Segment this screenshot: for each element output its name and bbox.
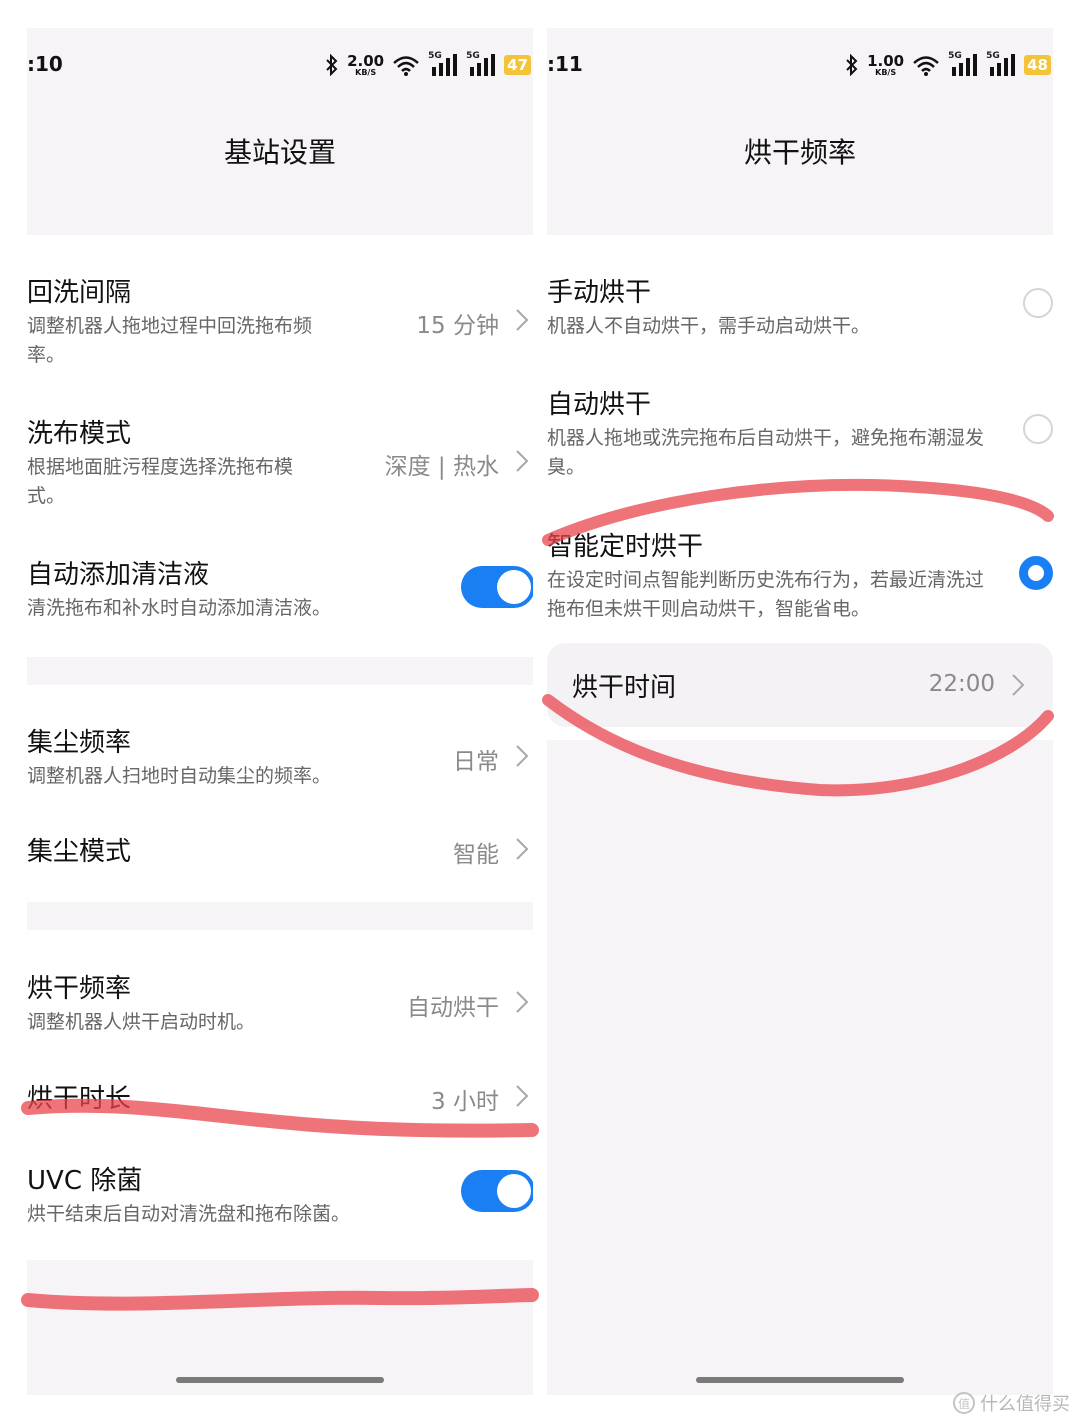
setting-label: UVC 除菌 bbox=[27, 1166, 143, 1196]
setting-label: 集尘模式 bbox=[27, 837, 132, 867]
status-bar: :10 2.00 KB/S 5G 5G 47 bbox=[27, 28, 533, 98]
setting-auto-detergent: 自动添加清洁液 清洗拖布和补水时自动添加清洁液。 bbox=[27, 550, 533, 630]
speed-value: 2.00 bbox=[347, 51, 385, 70]
right-screen: :11 1.00 KB/S 5G 5G 48 烘干频率 手动烘干 机器人不自动烘干… bbox=[547, 28, 1053, 1395]
battery-icon: 48 bbox=[1024, 55, 1051, 75]
radio-manual-dry[interactable] bbox=[1023, 288, 1053, 318]
home-indicator[interactable] bbox=[696, 1377, 904, 1383]
setting-desc: 调整机器人烘干启动时机。 bbox=[27, 1011, 256, 1033]
page-header: 基站设置 bbox=[27, 98, 533, 235]
section-divider bbox=[27, 902, 533, 930]
net-type-1: 5G bbox=[948, 51, 962, 61]
dry-time-row[interactable]: 烘干时间 22:00 bbox=[547, 643, 1053, 727]
setting-dust-mode[interactable]: 集尘模式 智能 bbox=[27, 831, 533, 871]
chevron-right-icon bbox=[516, 450, 529, 472]
option-label: 自动烘干 bbox=[547, 390, 652, 420]
home-indicator[interactable] bbox=[176, 1377, 384, 1383]
status-bar: :11 1.00 KB/S 5G 5G 48 bbox=[547, 28, 1053, 98]
wifi-icon bbox=[913, 56, 939, 76]
status-time: :11 bbox=[547, 52, 583, 76]
option-auto-dry[interactable]: 自动烘干 机器人拖地或洗完拖布后自动烘干，避免拖布潮湿发臭。 bbox=[547, 380, 1053, 490]
setting-uvc-sterilize: UVC 除菌 烘干结束后自动对清洗盘和拖布除菌。 bbox=[27, 1156, 533, 1236]
option-manual-dry[interactable]: 手动烘干 机器人不自动烘干，需手动启动烘干。 bbox=[547, 268, 1053, 348]
section-divider bbox=[27, 657, 533, 685]
auto-detergent-toggle[interactable] bbox=[461, 566, 533, 608]
network-speed: 2.00 KB/S bbox=[347, 51, 385, 77]
setting-dry-duration[interactable]: 烘干时长 3 小时 bbox=[27, 1078, 533, 1118]
setting-wash-mode[interactable]: 洗布模式 根据地面脏污程度选择洗拖布模式。 深度 | 热水 bbox=[27, 409, 533, 519]
setting-value: 3 小时 bbox=[431, 1089, 499, 1115]
setting-value: 自动烘干 bbox=[407, 995, 499, 1021]
chevron-right-icon bbox=[516, 745, 529, 767]
left-screen: :10 2.00 KB/S 5G 5G 47 基站设置 回洗间隔 调整机器人拖地过… bbox=[27, 28, 533, 1395]
speed-unit: KB/S bbox=[875, 67, 897, 77]
option-label: 手动烘干 bbox=[547, 278, 652, 308]
option-label: 智能定时烘干 bbox=[547, 532, 704, 562]
option-desc: 在设定时间点智能判断历史洗布行为，若最近清洗过拖布但未烘干则启动烘干，智能省电。 bbox=[547, 569, 985, 620]
page-title: 烘干频率 bbox=[743, 136, 856, 169]
signal-5g-icon-1: 5G bbox=[948, 51, 978, 77]
dry-time-label: 烘干时间 bbox=[572, 673, 677, 703]
chevron-right-icon bbox=[516, 1085, 529, 1107]
speed-value: 1.00 bbox=[867, 51, 905, 70]
empty-area bbox=[547, 740, 1053, 1395]
setting-rewash-interval[interactable]: 回洗间隔 调整机器人拖地过程中回洗拖布频率。 15 分钟 bbox=[27, 268, 533, 378]
watermark: 值 什么值得买 bbox=[953, 1390, 1070, 1416]
chevron-right-icon bbox=[516, 309, 529, 331]
bluetooth-icon bbox=[846, 54, 858, 76]
page-header: 烘干频率 bbox=[547, 98, 1053, 235]
bluetooth-icon bbox=[326, 54, 338, 76]
setting-dust-frequency[interactable]: 集尘频率 调整机器人扫地时自动集尘的频率。 日常 bbox=[27, 718, 533, 798]
setting-label: 烘干频率 bbox=[27, 974, 132, 1004]
uvc-toggle[interactable] bbox=[461, 1170, 533, 1212]
toggle-knob bbox=[497, 1174, 531, 1208]
chevron-right-icon bbox=[516, 838, 529, 860]
status-icons: 2.00 KB/S 5G 5G 47 bbox=[325, 50, 531, 80]
net-type-1: 5G bbox=[428, 51, 442, 61]
radio-auto-dry[interactable] bbox=[1023, 414, 1053, 444]
option-desc: 机器人拖地或洗完拖布后自动烘干，避免拖布潮湿发臭。 bbox=[547, 427, 985, 478]
setting-value: 15 分钟 bbox=[416, 313, 499, 339]
option-smart-timed-dry[interactable]: 智能定时烘干 在设定时间点智能判断历史洗布行为，若最近清洗过拖布但未烘干则启动烘… bbox=[547, 522, 1053, 632]
toggle-knob bbox=[497, 570, 531, 604]
battery-icon: 47 bbox=[504, 55, 531, 75]
setting-dry-frequency[interactable]: 烘干频率 调整机器人烘干启动时机。 自动烘干 bbox=[27, 964, 533, 1044]
status-time: :10 bbox=[27, 52, 63, 76]
setting-desc: 调整机器人扫地时自动集尘的频率。 bbox=[27, 765, 332, 787]
bottom-area bbox=[27, 1260, 533, 1395]
chevron-right-icon bbox=[1012, 674, 1025, 696]
status-icons: 1.00 KB/S 5G 5G 48 bbox=[845, 50, 1051, 80]
signal-5g-icon-2: 5G bbox=[466, 51, 496, 77]
watermark-logo-icon: 值 bbox=[953, 1392, 975, 1414]
setting-desc: 根据地面脏污程度选择洗拖布模式。 bbox=[27, 456, 294, 507]
chevron-right-icon bbox=[516, 991, 529, 1013]
page-title: 基站设置 bbox=[223, 136, 336, 169]
dry-time-value: 22:00 bbox=[928, 671, 995, 697]
setting-desc: 调整机器人拖地过程中回洗拖布频率。 bbox=[27, 315, 313, 366]
net-type-2: 5G bbox=[466, 51, 480, 61]
setting-label: 集尘频率 bbox=[27, 728, 132, 758]
setting-value: 智能 bbox=[453, 842, 499, 868]
setting-label: 烘干时长 bbox=[27, 1084, 132, 1114]
signal-5g-icon-1: 5G bbox=[428, 51, 458, 77]
setting-label: 洗布模式 bbox=[27, 419, 132, 449]
network-speed: 1.00 KB/S bbox=[867, 51, 905, 77]
setting-value: 日常 bbox=[453, 749, 499, 775]
setting-label: 自动添加清洁液 bbox=[27, 560, 210, 590]
watermark-text: 什么值得买 bbox=[980, 1394, 1070, 1415]
net-type-2: 5G bbox=[986, 51, 1000, 61]
setting-value: 深度 | 热水 bbox=[384, 454, 499, 480]
setting-desc: 烘干结束后自动对清洗盘和拖布除菌。 bbox=[27, 1203, 351, 1225]
setting-desc: 清洗拖布和补水时自动添加清洁液。 bbox=[27, 597, 332, 619]
option-desc: 机器人不自动烘干，需手动启动烘干。 bbox=[547, 315, 871, 337]
radio-smart-timed-dry[interactable] bbox=[1019, 556, 1053, 590]
signal-5g-icon-2: 5G bbox=[986, 51, 1016, 77]
setting-label: 回洗间隔 bbox=[27, 278, 132, 308]
wifi-icon bbox=[393, 56, 419, 76]
speed-unit: KB/S bbox=[355, 67, 377, 77]
